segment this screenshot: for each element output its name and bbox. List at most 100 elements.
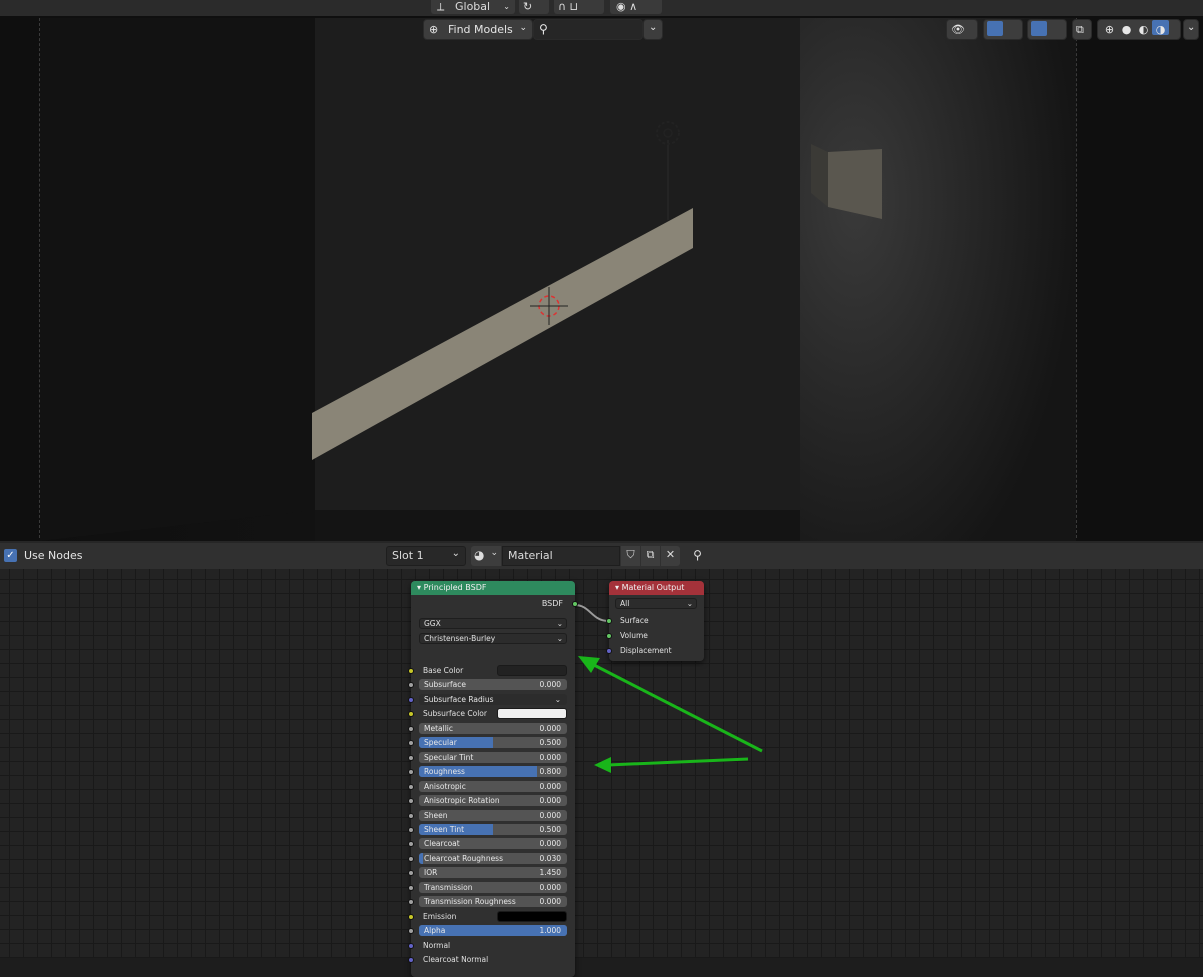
chevron-down-icon: ⌄ xyxy=(503,2,510,11)
find-models-button[interactable]: ⊕ Find Models ⌄ xyxy=(423,19,533,40)
color-swatch[interactable] xyxy=(497,910,567,922)
output-row-volume: Volume xyxy=(606,629,704,643)
clearcoat-roughness-slider[interactable]: Clearcoat Roughness 0.030 xyxy=(419,852,567,864)
input-socket[interactable] xyxy=(408,812,414,819)
transmission-roughness-slider[interactable]: Transmission Roughness 0.000 xyxy=(419,896,567,908)
specular-slider[interactable]: Specular 0.500 xyxy=(419,737,567,749)
node-link xyxy=(574,604,609,622)
color-swatch[interactable] xyxy=(497,665,567,676)
input-socket[interactable] xyxy=(606,648,612,654)
pin-icon: ⚲ xyxy=(693,548,702,562)
visibility-dropdown[interactable]: 👁 xyxy=(946,19,978,40)
bsdf-output-socket[interactable] xyxy=(572,601,578,607)
shading-mode-buttons[interactable]: ⊕ ● ◐ ◑ xyxy=(1097,19,1181,40)
pivot-icon: ↻ xyxy=(523,0,533,13)
clearcoat-slider[interactable]: Clearcoat 0.000 xyxy=(419,838,567,850)
collapse-arrow-icon[interactable]: ▾ xyxy=(417,583,421,592)
subsurface-method-row: Christensen-Burley ⌄ xyxy=(411,632,575,646)
input-socket[interactable] xyxy=(408,725,414,732)
sheen-slider[interactable]: Sheen 0.000 xyxy=(419,809,567,821)
input-value: 0.000 xyxy=(539,839,561,849)
shading-options-dropdown[interactable]: ⌄ xyxy=(1183,19,1199,40)
input-socket[interactable] xyxy=(408,826,414,833)
input-socket[interactable] xyxy=(408,696,414,703)
input-socket[interactable] xyxy=(408,769,414,776)
model-search-input[interactable]: ⚲ xyxy=(533,19,643,40)
input-socket[interactable] xyxy=(408,668,414,674)
input-label: Base Color xyxy=(423,666,464,675)
input-socket[interactable] xyxy=(408,942,414,949)
sheen-tint-slider[interactable]: Sheen Tint 0.500 xyxy=(419,823,567,835)
input-socket[interactable] xyxy=(408,841,414,848)
transmission-slider[interactable]: Transmission 0.000 xyxy=(419,881,567,893)
color-swatch[interactable] xyxy=(497,708,567,720)
input-socket[interactable] xyxy=(408,913,414,920)
input-socket[interactable] xyxy=(408,798,414,805)
input-row-sheen: Sheen 0.000 xyxy=(408,809,575,823)
input-socket[interactable] xyxy=(408,711,414,718)
input-socket[interactable] xyxy=(408,855,414,862)
material-output-node[interactable]: ▾ Material Output All ⌄ Surface Volume Dis… xyxy=(606,581,704,661)
subsurface-method-dropdown[interactable]: Christensen-Burley ⌄ xyxy=(419,633,567,644)
solid-shading-icon[interactable]: ● xyxy=(1118,20,1135,39)
chevron-down-icon: ⌄ xyxy=(556,619,563,628)
proportional-editing-toggle[interactable]: ◉ ∧ xyxy=(610,0,662,14)
duplicate-material-button[interactable]: ⧉ xyxy=(641,546,660,566)
input-socket[interactable] xyxy=(408,884,414,891)
subsurface-slider[interactable]: Subsurface 0.000 xyxy=(419,679,567,691)
overlays-toggle[interactable] xyxy=(1027,19,1067,40)
anisotropic-rotation-slider[interactable]: Anisotropic Rotation 0.000 xyxy=(419,795,567,807)
input-label: Sheen xyxy=(424,810,448,820)
input-socket[interactable] xyxy=(408,928,414,935)
input-socket[interactable] xyxy=(408,870,414,877)
3d-viewport[interactable]: ⟂ Global ⌄ ↻ ∩ ⊔ ◉ ∧ ⊕ Find Models ⌄ ⚲ ⌄… xyxy=(0,0,1203,541)
gizmo-toggle[interactable] xyxy=(983,19,1023,40)
collapse-arrow-icon[interactable]: ▾ xyxy=(615,583,619,592)
anisotropic-slider[interactable]: Anisotropic 0.000 xyxy=(419,780,567,792)
snapping-toggle[interactable]: ∩ ⊔ xyxy=(554,0,604,14)
principled-bsdf-node[interactable]: ▾ Principled BSDF BSDF GGX ⌄ Christensen… xyxy=(408,581,578,977)
principled-bsdf-header[interactable]: ▾ Principled BSDF xyxy=(411,581,575,595)
material-output-header[interactable]: ▾ Material Output xyxy=(609,581,704,595)
input-socket[interactable] xyxy=(408,740,414,747)
fake-user-button[interactable]: ⛉ xyxy=(621,546,640,566)
ior-slider[interactable]: IOR 1.450 xyxy=(419,867,567,879)
input-value: 0.000 xyxy=(539,796,561,806)
input-value: 0.030 xyxy=(539,853,561,863)
search-dropdown-button[interactable]: ⌄ xyxy=(643,19,663,40)
input-socket[interactable] xyxy=(408,783,414,790)
material-browse-button[interactable]: ◕ ⌄ xyxy=(471,546,501,566)
input-socket[interactable] xyxy=(606,633,612,639)
pivot-point-dropdown[interactable]: ↻ xyxy=(519,0,549,14)
material-sphere-icon: ◕ xyxy=(474,548,485,562)
node-editor-canvas[interactable]: ▾ Principled BSDF BSDF GGX ⌄ Christensen… xyxy=(0,569,1203,977)
input-label: Displacement xyxy=(620,646,672,655)
rendered-shading-icon[interactable]: ◑ xyxy=(1152,20,1169,36)
use-nodes-checkbox[interactable]: ✓ xyxy=(4,549,17,562)
distribution-dropdown[interactable]: GGX ⌄ xyxy=(419,618,567,629)
input-value: 0.800 xyxy=(539,767,561,777)
input-socket[interactable] xyxy=(408,682,414,689)
xray-toggle[interactable]: ⧉ xyxy=(1072,19,1092,40)
input-socket[interactable] xyxy=(408,754,414,761)
input-socket[interactable] xyxy=(606,618,612,624)
target-dropdown[interactable]: All ⌄ xyxy=(615,598,697,609)
input-row-specular-tint: Specular Tint 0.000 xyxy=(408,751,575,765)
subsurface-radius-dropdown[interactable]: Subsurface Radius ⌄ xyxy=(419,693,567,705)
material-preview-icon[interactable]: ◐ xyxy=(1135,20,1152,39)
input-socket[interactable] xyxy=(408,899,414,906)
pin-button[interactable]: ⚲ xyxy=(688,546,707,566)
orientation-dropdown[interactable]: ⟂ Global ⌄ xyxy=(431,0,515,14)
input-value: 0.500 xyxy=(539,824,561,834)
input-value: 0.000 xyxy=(539,781,561,791)
search-icon: ⚲ xyxy=(539,22,548,36)
specular-tint-slider[interactable]: Specular Tint 0.000 xyxy=(419,751,567,763)
wireframe-shading-icon[interactable]: ⊕ xyxy=(1101,20,1118,39)
slot-dropdown[interactable]: Slot 1 ⌄ xyxy=(386,546,466,566)
material-name-field[interactable]: Material xyxy=(502,546,620,566)
roughness-slider[interactable]: Roughness 0.800 xyxy=(419,766,567,778)
unlink-material-button[interactable]: ✕ xyxy=(661,546,680,566)
metallic-slider[interactable]: Metallic 0.000 xyxy=(419,722,567,734)
input-label: Specular xyxy=(424,738,457,748)
alpha-slider[interactable]: Alpha 1.000 xyxy=(419,925,567,937)
